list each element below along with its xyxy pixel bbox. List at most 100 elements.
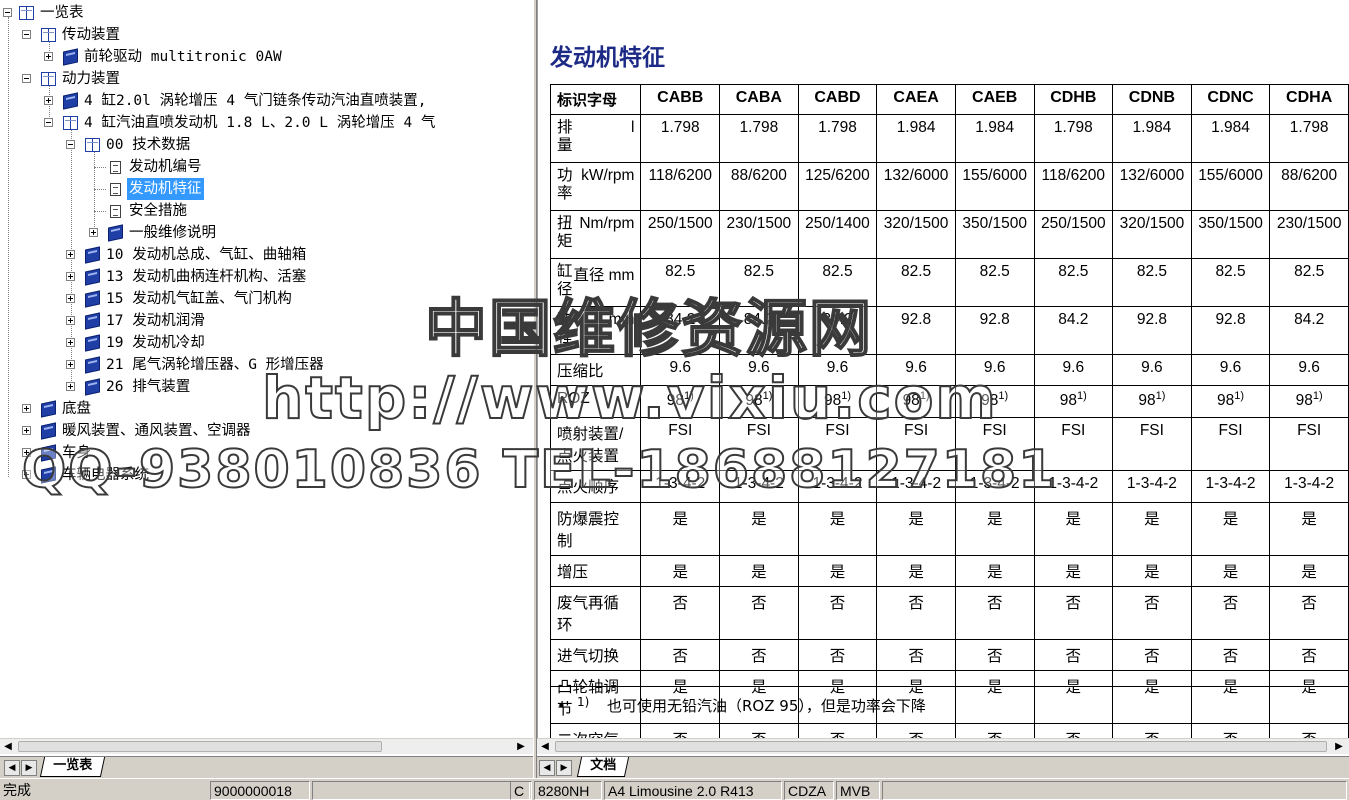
table-cell: 否	[640, 586, 721, 640]
left-tabbar: ◀ ▶ 一览表	[0, 756, 533, 778]
expand-icon[interactable]	[66, 316, 75, 325]
cell-footnote-ref: 1)	[1155, 390, 1166, 402]
cell-value: 是	[908, 511, 924, 528]
tab-overview[interactable]: 一览表	[39, 757, 106, 777]
row-label: 排量	[557, 119, 573, 154]
table-cell: 1.798	[1269, 114, 1349, 163]
cell-value: 84.2	[822, 311, 853, 328]
status-bar: 完成 9000000018 C 8280NH A4 Limousine 2.0 …	[0, 778, 1349, 800]
table-cell: 92.8	[1190, 306, 1271, 355]
document-icon	[110, 205, 121, 218]
cell-value: FSI	[982, 422, 1007, 439]
table-cell: 否	[1190, 586, 1271, 640]
table-cell: 9.6	[954, 354, 1035, 386]
open-book-icon	[19, 6, 34, 20]
table-cell: FSI	[797, 417, 878, 471]
expand-icon[interactable]	[44, 52, 53, 61]
row-label-wrap: 排量 l	[557, 119, 634, 155]
table-cell: 1-3-4-2	[1033, 470, 1114, 503]
cell-value: 250/1400	[805, 215, 870, 232]
cell-footnote-ref: 1)	[919, 390, 930, 402]
cell-value: 350/1500	[962, 215, 1028, 232]
collapse-icon[interactable]	[22, 30, 31, 39]
scroll-right-arrow-icon[interactable]: ▶	[513, 739, 529, 755]
table-cell: 1-3-4-2	[1269, 470, 1349, 503]
book-icon	[41, 444, 56, 462]
expand-icon[interactable]	[22, 448, 31, 457]
tab-next-icon[interactable]: ▶	[556, 760, 572, 776]
expand-icon[interactable]	[44, 96, 53, 105]
table-cell: 是	[1112, 502, 1192, 556]
cell-footnote-ref: 1)	[1077, 390, 1087, 402]
table-row: 二次空气喷射否否否否否否否否否	[549, 723, 1349, 738]
row-label-cell: 排量 l	[549, 114, 642, 163]
table-cell: 155/6000	[1190, 162, 1271, 211]
tree-label: 安全措施	[129, 203, 187, 219]
table-cell: 132/6000	[1112, 162, 1192, 211]
table-cell: 250/1500	[640, 210, 721, 259]
collapse-icon[interactable]	[44, 118, 53, 127]
table-cell: 981)	[954, 385, 1035, 418]
column-header: CABD	[797, 84, 878, 115]
table-cell: 92.8	[1112, 306, 1192, 355]
table-cell: 否	[1112, 639, 1192, 671]
status-text: 完成	[3, 782, 31, 798]
table-cell: 是	[876, 555, 956, 587]
tab-prev-icon[interactable]: ◀	[4, 760, 20, 776]
cell-value: 320/1500	[1119, 215, 1185, 232]
table-cell: 是	[954, 502, 1035, 556]
tree-line	[71, 127, 72, 391]
row-label-cell: 缸径 直径 mm	[549, 258, 642, 307]
scroll-thumb[interactable]	[18, 741, 382, 752]
table-cell: 1-3-4-2	[1112, 470, 1192, 503]
tree-label: 一览表	[40, 5, 84, 21]
expand-icon[interactable]	[66, 338, 75, 347]
cell-value: 9.6	[905, 359, 927, 376]
left-hscrollbar[interactable]: ◀ ▶	[0, 738, 533, 754]
tree-label: 21 尾气涡轮增压器、G 形增压器	[106, 357, 324, 373]
expand-icon[interactable]	[66, 360, 75, 369]
column-header: CDNB	[1112, 84, 1192, 115]
table-row: 增压 是 是 是 是 是 是 是 是 是	[549, 555, 1349, 587]
row-label: 功率	[557, 167, 573, 202]
collapse-icon[interactable]	[22, 74, 31, 83]
expand-icon[interactable]	[66, 382, 75, 391]
cell-value: 88/6200	[1281, 167, 1338, 184]
cell-value: FSI	[1218, 422, 1243, 439]
footnote-bullet: •	[557, 697, 566, 715]
expand-icon[interactable]	[66, 250, 75, 259]
expand-icon[interactable]	[22, 426, 31, 435]
table-cell: 84.2	[1269, 306, 1349, 355]
row-label-cell: 点火顺序	[549, 470, 642, 503]
collapse-icon[interactable]	[3, 8, 12, 17]
table-cell: 320/1500	[876, 210, 956, 259]
tab-next-icon[interactable]: ▶	[21, 760, 37, 776]
tab-document[interactable]: 文档	[576, 757, 630, 777]
scroll-thumb[interactable]	[555, 741, 1327, 752]
expand-icon[interactable]	[66, 272, 75, 281]
expand-icon[interactable]	[89, 228, 98, 237]
cell-value: 92.8	[901, 311, 932, 328]
cell-value: 84.2	[1058, 311, 1089, 328]
table-cell: 1.798	[797, 114, 878, 163]
expand-icon[interactable]	[22, 470, 31, 479]
table-header-row: 标识字母 CABB CABA CABD CAEA CAEB CDHB CDNB …	[549, 84, 1349, 115]
row-label-wrap: 缸径 直径 mm	[557, 263, 634, 299]
table-cell: 是	[876, 502, 956, 556]
table-cell: 否	[1033, 586, 1114, 640]
cell-value: 9.6	[1219, 359, 1242, 376]
tab-prev-icon[interactable]: ◀	[539, 760, 555, 776]
collapse-icon[interactable]	[66, 140, 75, 149]
table-cell: 否	[1190, 723, 1271, 738]
expand-icon[interactable]	[66, 294, 75, 303]
scroll-left-arrow-icon[interactable]: ◀	[0, 739, 16, 755]
row-label: 扭矩	[557, 215, 573, 250]
cell-value: 否	[986, 595, 1003, 612]
table-cell: 是	[1033, 555, 1114, 587]
scroll-right-arrow-icon[interactable]: ▶	[1331, 739, 1347, 755]
scroll-left-arrow-icon[interactable]: ◀	[537, 739, 553, 755]
right-hscrollbar[interactable]: ◀ ▶	[537, 738, 1349, 754]
row-label-cell: 喷射装置/点火装置	[549, 417, 642, 471]
table-cell: 1-3-4-2	[1190, 470, 1271, 503]
expand-icon[interactable]	[22, 404, 31, 413]
